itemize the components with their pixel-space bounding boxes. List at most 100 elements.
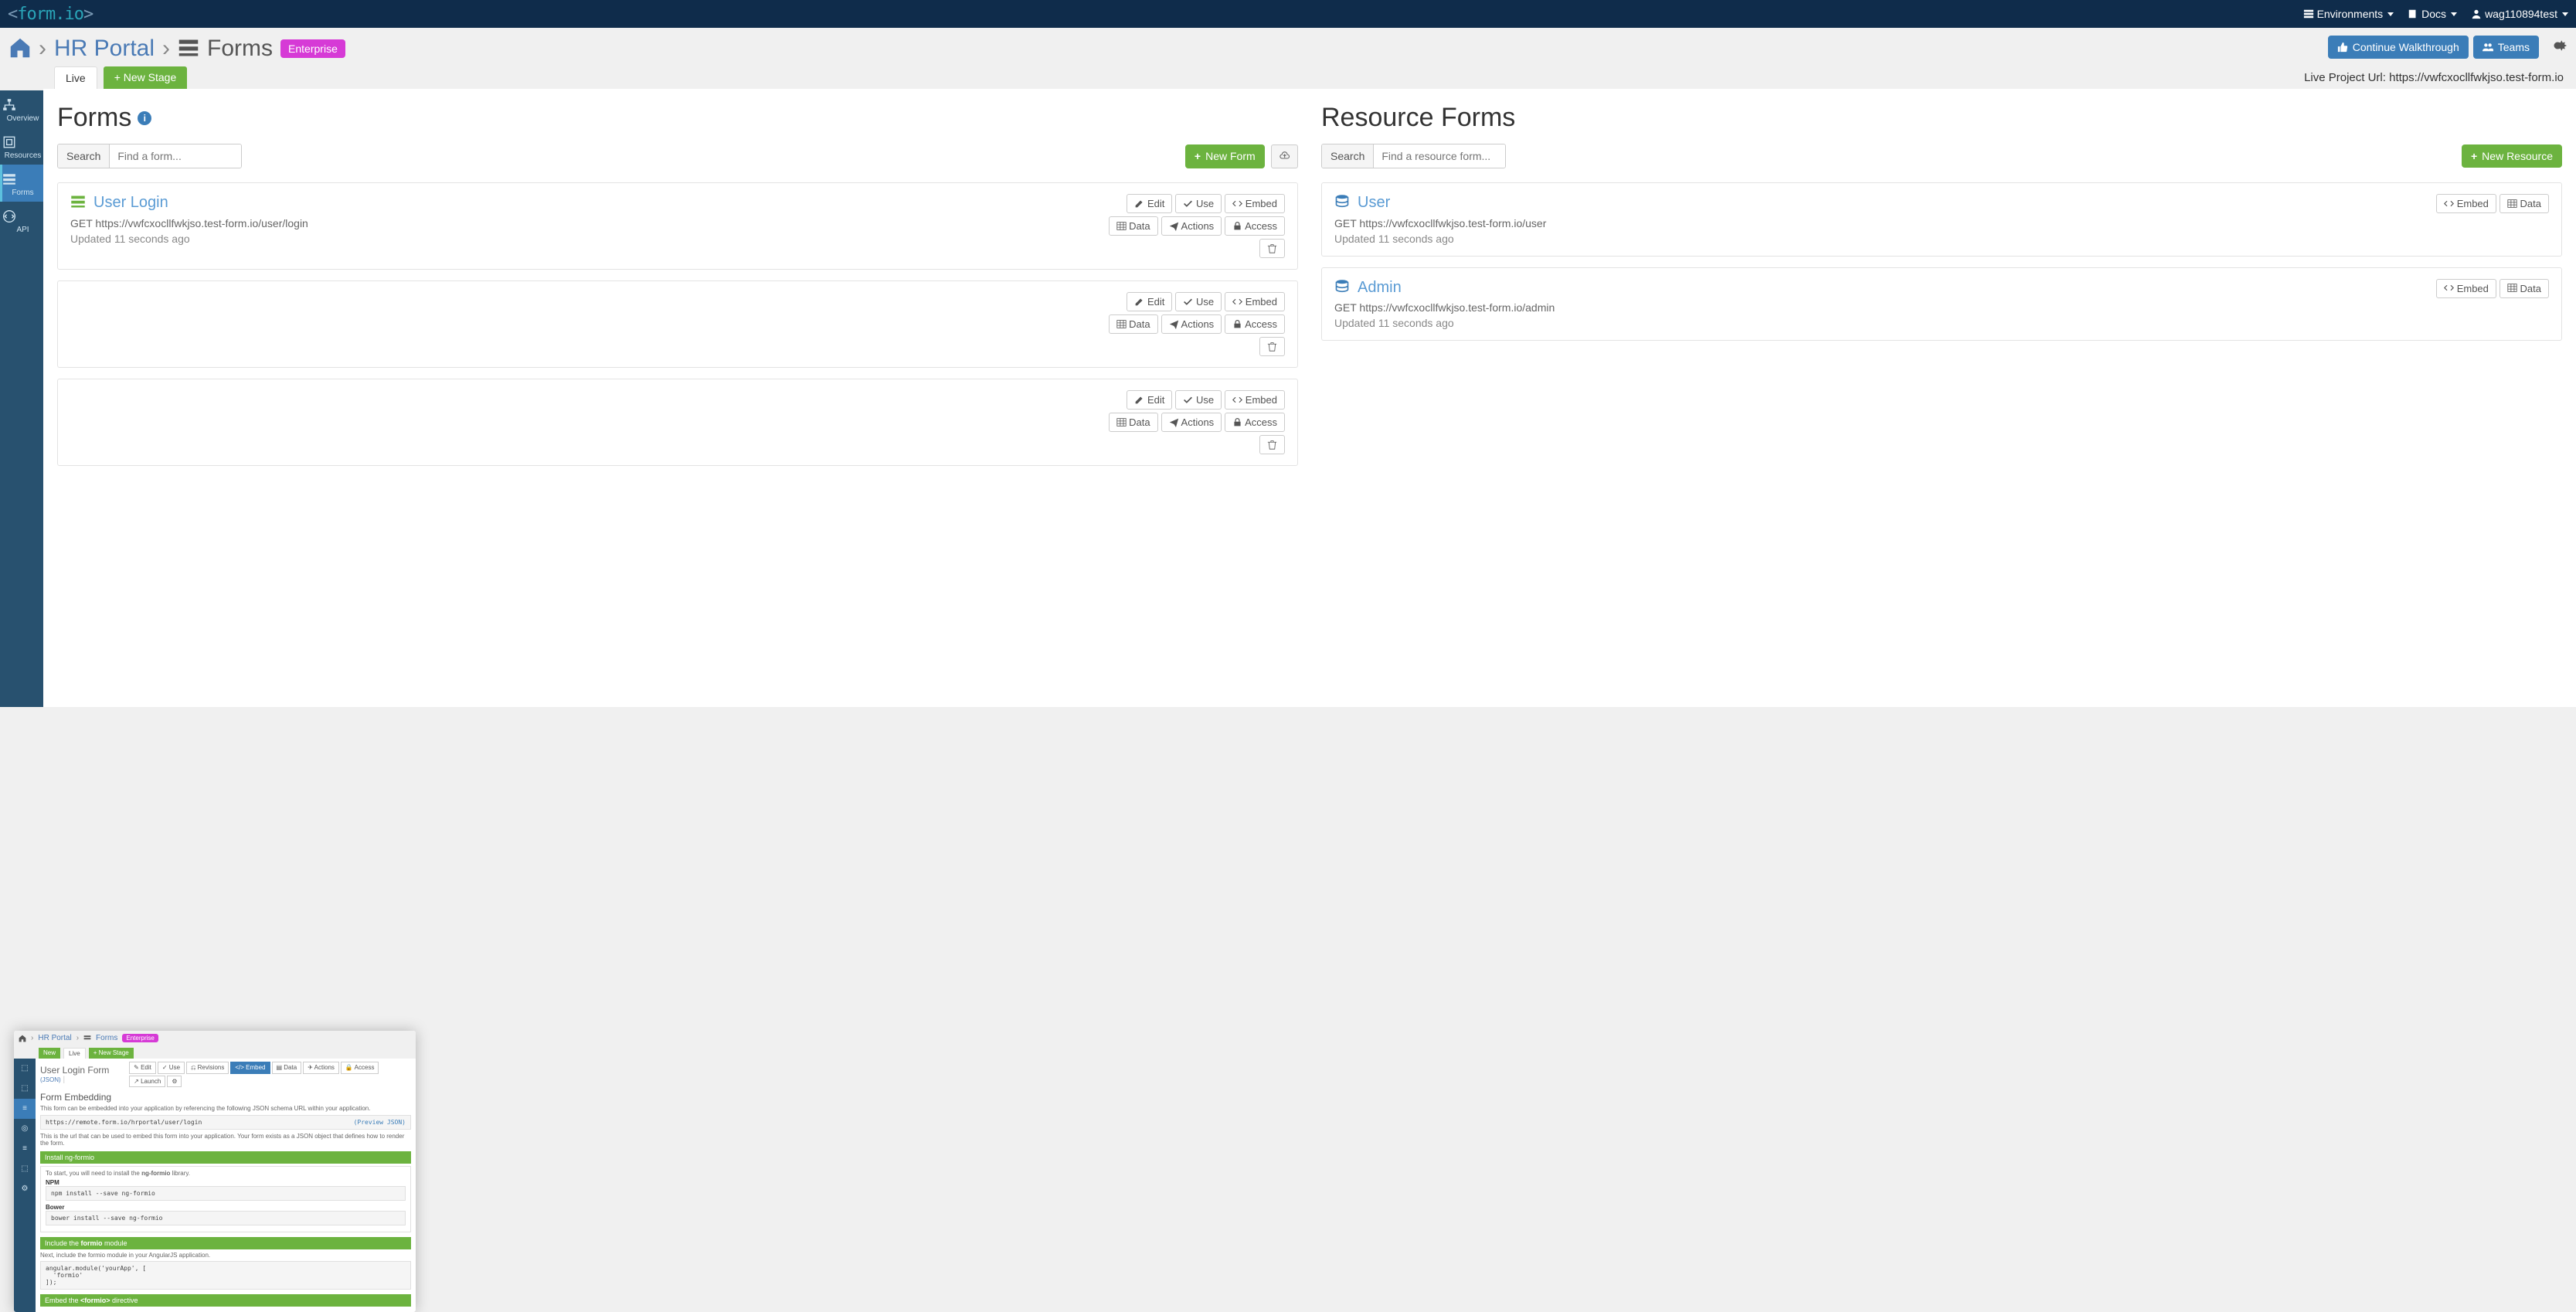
ov-section: Forms — [96, 1034, 117, 1042]
resource-title[interactable]: User — [1334, 194, 2424, 212]
enterprise-badge: Enterprise — [280, 39, 345, 58]
top-navbar: <form.io> Environments Docs wag110894tes… — [0, 0, 2576, 28]
access-button[interactable]: Access — [1225, 413, 1285, 432]
new-stage-button[interactable]: + New Stage — [104, 66, 188, 89]
table-icon — [2507, 283, 2517, 293]
actions-button[interactable]: Actions — [1161, 216, 1222, 236]
resource-card[interactable]: Admin GET https://vwfcxocllfwkjso.test-f… — [1321, 267, 2562, 342]
send-icon — [1169, 319, 1179, 329]
docs-label: Docs — [2421, 8, 2446, 20]
forms-icon — [2, 172, 43, 186]
resources-search-input[interactable] — [1374, 144, 1505, 168]
form-card[interactable]: User Login GET https://vwfcxocllfwkjso.t… — [57, 182, 1298, 270]
delete-button[interactable] — [1259, 337, 1285, 356]
embed-button[interactable]: Embed — [2436, 194, 2496, 213]
live-project-url: Live Project Url: https://vwfcxocllfwkjs… — [2304, 71, 2567, 84]
user-label: wag110894test — [2485, 8, 2557, 20]
info-icon[interactable]: i — [138, 111, 151, 125]
data-button[interactable]: Data — [2500, 279, 2549, 298]
caret-icon — [2387, 12, 2394, 16]
embed-button[interactable]: Embed — [2436, 279, 2496, 298]
ov-json: (JSON) — [40, 1076, 61, 1083]
form-title[interactable]: User Login — [70, 194, 1072, 212]
access-button[interactable]: Access — [1225, 216, 1285, 236]
logo-lt: < — [8, 5, 17, 24]
ov-tab-new: New — [39, 1048, 60, 1059]
user-menu[interactable]: wag110894test — [2471, 8, 2568, 20]
table-icon — [1116, 417, 1127, 427]
actions-button[interactable]: Actions — [1161, 314, 1222, 334]
sidebar-item-forms[interactable]: Forms — [0, 165, 43, 202]
resource-endpoint: GET https://vwfcxocllfwkjso.test-form.io… — [1334, 217, 2424, 229]
ov-bar1: Install ng-formio — [40, 1151, 411, 1164]
settings-button[interactable] — [2548, 36, 2567, 58]
resource-title[interactable]: Admin — [1334, 279, 2424, 297]
new-form-label: New Form — [1205, 150, 1256, 162]
continue-walkthrough-button[interactable]: Continue Walkthrough — [2328, 36, 2469, 59]
project-link[interactable]: HR Portal — [54, 36, 155, 62]
form-card[interactable]: Edit Use Embed Data Actions Access — [57, 379, 1298, 466]
new-resource-button[interactable]: + New Resource — [2462, 144, 2562, 168]
sidebar-label: Overview — [7, 114, 39, 123]
code-icon — [1232, 395, 1242, 405]
resource-card[interactable]: User GET https://vwfcxocllfwkjso.test-fo… — [1321, 182, 2562, 257]
docs-menu[interactable]: Docs — [2408, 8, 2457, 20]
cloud-upload-icon — [1280, 151, 1290, 161]
upload-button[interactable] — [1271, 144, 1298, 168]
use-button[interactable]: Use — [1175, 292, 1222, 311]
tab-live[interactable]: Live — [54, 66, 97, 89]
new-form-button[interactable]: + New Form — [1185, 144, 1265, 168]
sidebar-item-overview[interactable]: Overview — [0, 90, 43, 127]
data-button[interactable]: Data — [2500, 194, 2549, 213]
form-card[interactable]: Edit Use Embed Data Actions Access — [57, 280, 1298, 368]
logo[interactable]: <form.io> — [8, 5, 93, 24]
delete-button[interactable] — [1259, 239, 1285, 258]
sidebar-item-resources[interactable]: Resources — [0, 127, 43, 165]
list-icon — [70, 194, 86, 212]
data-button[interactable]: Data — [1109, 413, 1158, 432]
database-icon — [1334, 279, 1350, 297]
header: › HR Portal › Forms Enterprise Continue … — [0, 28, 2576, 62]
sidebar-label: Resources — [5, 151, 42, 160]
pencil-icon — [1134, 395, 1144, 405]
embed-button[interactable]: Embed — [1225, 292, 1285, 311]
data-button[interactable]: Data — [1109, 216, 1158, 236]
forms-icon — [83, 1035, 91, 1042]
server-icon — [2303, 8, 2314, 19]
edit-button[interactable]: Edit — [1127, 292, 1172, 311]
edit-button[interactable]: Edit — [1127, 390, 1172, 410]
delete-button[interactable] — [1259, 435, 1285, 454]
ov-bower-label: Bower — [46, 1204, 406, 1211]
forms-icon — [178, 36, 199, 62]
sidebar-item-api[interactable]: API — [0, 202, 43, 239]
environments-menu[interactable]: Environments — [2303, 8, 2394, 20]
code-icon — [2444, 283, 2454, 293]
continue-label: Continue Walkthrough — [2353, 41, 2459, 53]
check-icon — [1183, 199, 1193, 209]
teams-label: Teams — [2498, 41, 2530, 53]
ov-tab-newstage: + New Stage — [89, 1048, 134, 1059]
sidebar-label: Forms — [12, 189, 33, 197]
use-button[interactable]: Use — [1175, 194, 1222, 213]
teams-button[interactable]: Teams — [2473, 36, 2539, 59]
use-button[interactable]: Use — [1175, 390, 1222, 410]
main: Forms i Search + New Form User Login — [43, 89, 2576, 707]
embed-button[interactable]: Embed — [1225, 390, 1285, 410]
walkthrough-preview-overlay: › HR Portal › Forms Enterprise New Live … — [14, 1031, 416, 1312]
data-button[interactable]: Data — [1109, 314, 1158, 334]
forms-search-input[interactable] — [110, 144, 241, 168]
send-icon — [1169, 221, 1179, 231]
actions-button[interactable]: Actions — [1161, 413, 1222, 432]
resource-title-text: User — [1358, 194, 1390, 212]
ov-p1: This form can be embedded into your appl… — [40, 1105, 411, 1112]
access-button[interactable]: Access — [1225, 314, 1285, 334]
lock-icon — [1232, 221, 1242, 231]
ov-project: HR Portal — [38, 1034, 71, 1042]
resource-endpoint: GET https://vwfcxocllfwkjso.test-form.io… — [1334, 301, 2424, 314]
table-icon — [1116, 221, 1127, 231]
section-label: Forms — [207, 36, 273, 62]
embed-button[interactable]: Embed — [1225, 194, 1285, 213]
resources-column: Resource Forms Search + New Resource Use… — [1321, 103, 2562, 477]
edit-button[interactable]: Edit — [1127, 194, 1172, 213]
home-link[interactable] — [9, 36, 31, 62]
